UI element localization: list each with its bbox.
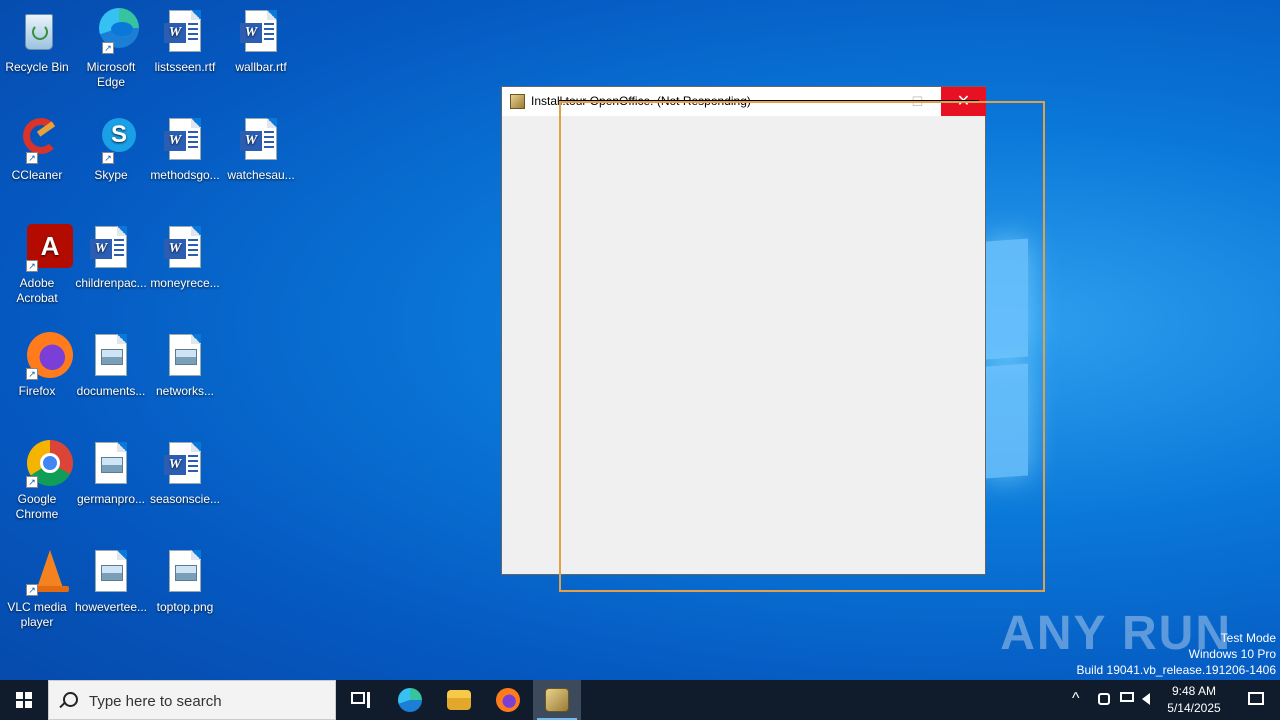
desktop-icon-label: toptop.png bbox=[156, 600, 214, 614]
clock-time: 9:48 AM bbox=[1171, 684, 1217, 698]
ccleaner-icon: ↗ bbox=[13, 116, 61, 164]
task-view-button[interactable] bbox=[340, 680, 380, 720]
recycle-bin-icon bbox=[13, 8, 61, 56]
task-view-icon bbox=[351, 692, 365, 704]
system-info: Test Mode Windows 10 Pro Build 19041.vb_… bbox=[1077, 630, 1277, 678]
desktop-icon-watchesau[interactable]: W watchesau... bbox=[224, 116, 298, 183]
word-document-icon: W bbox=[237, 116, 285, 164]
taskbar-search-box[interactable] bbox=[48, 680, 336, 720]
desktop-icon-childrenpac[interactable]: W childrenpac... bbox=[74, 224, 148, 291]
word-document-icon: W bbox=[87, 224, 135, 272]
installer-window[interactable]: Install.tour OpenOffice. (Not Responding… bbox=[501, 86, 986, 575]
installer-icon bbox=[510, 94, 525, 109]
desktop-icon-label: documents... bbox=[76, 384, 146, 398]
test-mode-label: Test Mode bbox=[1220, 631, 1276, 645]
os-edition-label: Windows 10 Pro bbox=[1188, 647, 1276, 661]
image-file-icon bbox=[87, 440, 135, 488]
desktop-icon-label: moneyrece... bbox=[150, 276, 220, 290]
desktop-icon-skype[interactable]: S ↗ Skype bbox=[74, 116, 148, 183]
image-file-icon bbox=[161, 332, 209, 380]
desktop-icon-listsseen[interactable]: W listsseen.rtf bbox=[148, 8, 222, 75]
desktop-icon-seasonscie[interactable]: W seasonscie... bbox=[148, 440, 222, 507]
desktop-icon-moneyrece[interactable]: W moneyrece... bbox=[148, 224, 222, 291]
desktop-icon-label: howevertee... bbox=[74, 600, 148, 614]
desktop-icon-documents[interactable]: documents... bbox=[74, 332, 148, 399]
desktop-icon-label: Microsoft Edge bbox=[86, 60, 136, 89]
ghost-window-left-edge bbox=[559, 100, 561, 576]
desktop-icon-label: Recycle Bin bbox=[5, 60, 69, 74]
taskbar-firefox[interactable] bbox=[484, 680, 532, 720]
word-document-icon: W bbox=[237, 8, 285, 56]
desktop-icon-networks[interactable]: networks... bbox=[148, 332, 222, 399]
windows-wallpaper-logo bbox=[980, 230, 1040, 490]
desktop-icon-label: germanpro... bbox=[76, 492, 146, 506]
word-document-icon: W bbox=[161, 8, 209, 56]
desktop-icon-edge[interactable]: ↗ Microsoft Edge bbox=[74, 8, 148, 90]
adobe-acrobat-icon: A ↗ bbox=[13, 224, 73, 272]
desktop-icon-label: VLC media player bbox=[7, 600, 67, 629]
desktop-icon-label: Adobe Acrobat bbox=[16, 276, 58, 305]
image-file-icon bbox=[161, 548, 209, 596]
action-center-button[interactable] bbox=[1232, 680, 1280, 720]
desktop-icon-label: Google Chrome bbox=[15, 492, 59, 521]
taskbar-installer[interactable] bbox=[533, 680, 581, 720]
vlc-cone-icon: ↗ bbox=[13, 548, 69, 596]
notification-icon bbox=[1248, 692, 1264, 705]
system-tray: ^ bbox=[1068, 680, 1158, 720]
desktop-icon-adobe-acrobat[interactable]: A ↗ Adobe Acrobat bbox=[0, 224, 74, 306]
desktop-icon-recycle-bin[interactable]: Recycle Bin bbox=[0, 8, 74, 75]
search-icon bbox=[63, 692, 78, 707]
desktop-icon-label: methodsgo... bbox=[150, 168, 220, 182]
network-icon[interactable] bbox=[1120, 692, 1134, 702]
desktop-icon-label: Firefox bbox=[18, 384, 56, 398]
desktop-icon-wallbar[interactable]: W wallbar.rtf bbox=[224, 8, 298, 75]
desktop-icon-howevertee[interactable]: howevertee... bbox=[74, 548, 148, 615]
folder-icon bbox=[447, 690, 471, 710]
installer-icon bbox=[545, 688, 569, 712]
chrome-icon: ↗ bbox=[13, 440, 73, 488]
ghost-window-top-edge bbox=[559, 100, 979, 102]
word-document-icon: W bbox=[161, 116, 209, 164]
word-document-icon: W bbox=[161, 224, 209, 272]
desktop-icon-methodsgo[interactable]: W methodsgo... bbox=[148, 116, 222, 183]
firefox-icon bbox=[496, 688, 520, 712]
desktop-icon-label: CCleaner bbox=[11, 168, 63, 182]
desktop-icon-label: wallbar.rtf bbox=[235, 60, 287, 74]
desktop-icon-label: seasonscie... bbox=[149, 492, 221, 506]
windows-logo-icon bbox=[16, 692, 32, 708]
edge-icon bbox=[398, 688, 422, 712]
image-file-icon bbox=[87, 548, 135, 596]
desktop-icon-ccleaner[interactable]: ↗ CCleaner bbox=[0, 116, 74, 183]
desktop-icon-label: watchesau... bbox=[227, 168, 295, 182]
start-button[interactable] bbox=[0, 680, 48, 720]
desktop-icon-label: childrenpac... bbox=[75, 276, 147, 290]
desktop-icon-firefox[interactable]: ↗ Firefox bbox=[0, 332, 74, 399]
meet-now-icon[interactable] bbox=[1098, 693, 1110, 705]
window-content bbox=[502, 116, 985, 574]
taskbar: ^ 9:48 AM 5/14/2025 bbox=[0, 680, 1280, 720]
search-input[interactable] bbox=[87, 690, 331, 712]
word-document-icon: W bbox=[161, 440, 209, 488]
desktop-icon-vlc[interactable]: ↗ VLC media player bbox=[0, 548, 74, 630]
taskbar-edge[interactable] bbox=[386, 680, 434, 720]
image-file-icon bbox=[87, 332, 135, 380]
edge-icon: ↗ bbox=[87, 8, 139, 56]
desktop-icon-label: listsseen.rtf bbox=[154, 60, 216, 74]
desktop-icon-label: networks... bbox=[155, 384, 215, 398]
chevron-up-icon[interactable]: ^ bbox=[1072, 690, 1080, 708]
desktop-icon-label: Skype bbox=[94, 168, 128, 182]
desktop-icon-toptop[interactable]: toptop.png bbox=[148, 548, 222, 615]
build-label: Build 19041.vb_release.191206-1406 bbox=[1076, 663, 1277, 677]
firefox-icon: ↗ bbox=[13, 332, 73, 380]
clock-date: 5/14/2025 bbox=[1167, 701, 1221, 715]
taskbar-clock[interactable]: 9:48 AM 5/14/2025 bbox=[1160, 683, 1228, 717]
desktop-icon-germanpro[interactable]: germanpro... bbox=[74, 440, 148, 507]
speaker-icon[interactable] bbox=[1142, 693, 1150, 705]
taskbar-file-explorer[interactable] bbox=[435, 680, 483, 720]
skype-icon: S ↗ bbox=[87, 116, 136, 164]
desktop-icon-google-chrome[interactable]: ↗ Google Chrome bbox=[0, 440, 74, 522]
